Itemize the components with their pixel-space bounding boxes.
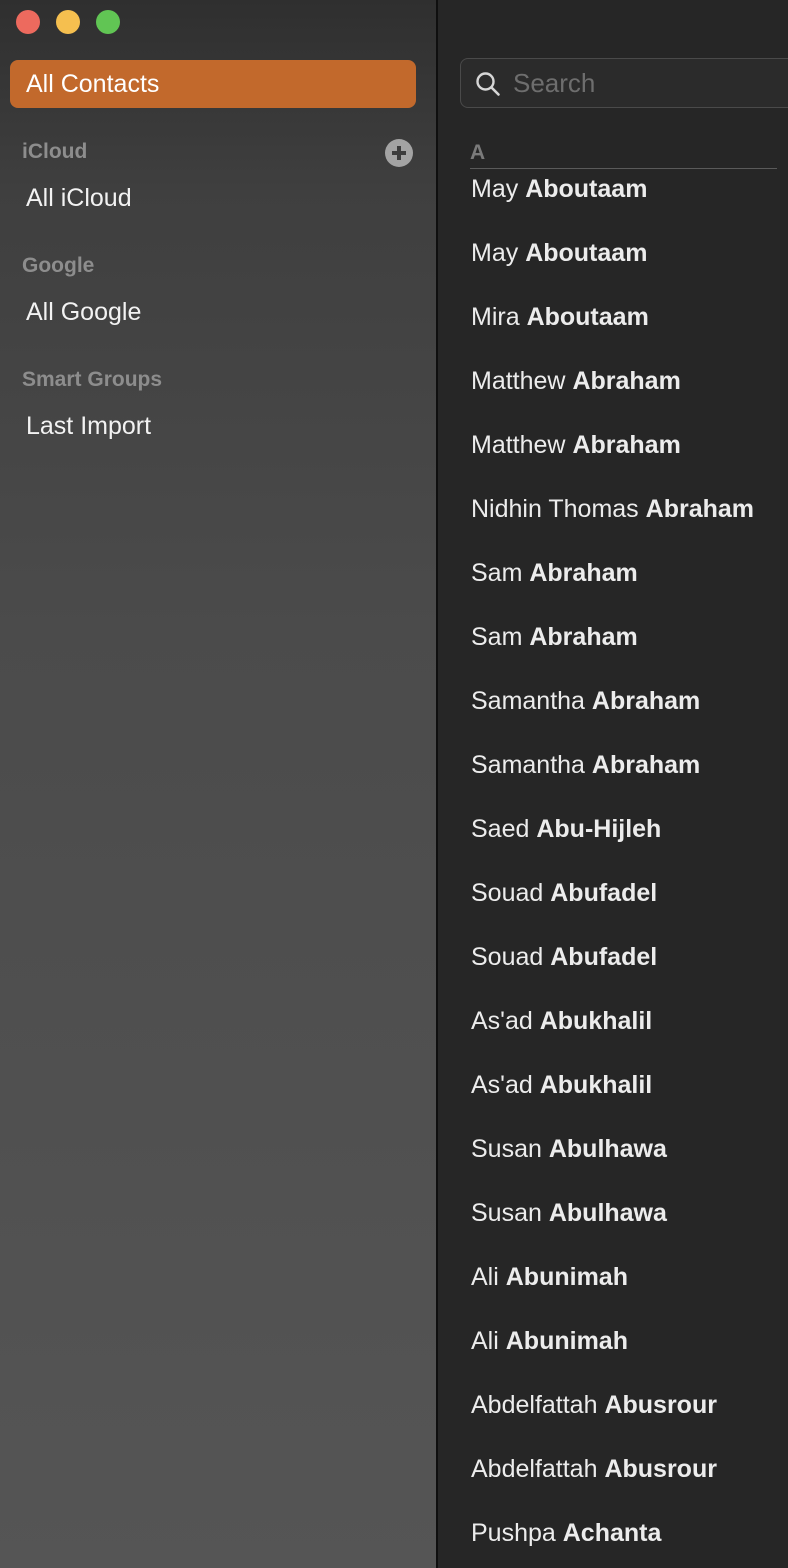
contact-row[interactable]: Matthew Abraham	[471, 430, 681, 460]
contact-first-name: Mira	[471, 303, 520, 331]
group-header-google: Google	[22, 254, 95, 277]
sidebar-item-last-import[interactable]: Last Import	[26, 412, 151, 441]
contact-row[interactable]: As'ad Abukhalil	[471, 1070, 652, 1100]
contact-last-name: Aboutaam	[525, 175, 648, 203]
contact-row[interactable]: As'ad Abukhalil	[471, 1006, 652, 1036]
contact-first-name: Matthew	[471, 367, 566, 395]
contact-first-name: May	[471, 175, 519, 203]
contact-last-name: Abusrour	[604, 1455, 717, 1483]
contact-last-name: Abraham	[572, 431, 681, 459]
sidebar-item-all-icloud[interactable]: All iCloud	[26, 184, 132, 213]
contact-first-name: Ali	[471, 1327, 499, 1355]
contact-row[interactable]: Nidhin Thomas Abraham	[471, 494, 754, 524]
contact-last-name: Abraham	[529, 559, 638, 587]
contact-last-name: Aboutaam	[525, 239, 648, 267]
sidebar-item-all-contacts[interactable]: All Contacts	[10, 60, 416, 108]
contact-first-name: Abdelfattah	[471, 1391, 598, 1419]
contact-first-name: Samantha	[471, 751, 585, 779]
add-group-plus-icon[interactable]	[385, 139, 413, 167]
close-window-button[interactable]	[16, 10, 40, 34]
search-input[interactable]	[513, 67, 788, 99]
contact-row[interactable]: May Aboutaam	[471, 174, 647, 204]
contact-first-name: Sam	[471, 623, 523, 651]
search-icon	[476, 72, 500, 96]
sidebar-item-all-google[interactable]: All Google	[26, 298, 141, 327]
contact-first-name: Sam	[471, 559, 523, 587]
search-field[interactable]	[460, 58, 788, 108]
contact-row[interactable]: Souad Abufadel	[471, 878, 657, 908]
contact-row[interactable]: Sam Abraham	[471, 558, 638, 588]
contact-row[interactable]: Pushpa Achanta	[471, 1518, 661, 1548]
contact-last-name: Abraham	[591, 751, 701, 779]
contact-first-name: Saed	[471, 815, 530, 843]
contact-list-pane: A May AboutaamMay AboutaamMira AboutaamM…	[438, 0, 788, 1568]
contact-first-name: May	[471, 239, 519, 267]
contact-last-name: Abulhawa	[548, 1199, 667, 1227]
contact-last-name: Abukhalil	[539, 1071, 653, 1099]
contact-first-name: As'ad	[471, 1071, 533, 1099]
contact-row[interactable]: Saed Abu-Hijleh	[471, 814, 661, 844]
contact-row[interactable]: Mira Aboutaam	[471, 302, 649, 332]
contact-row[interactable]: Samantha Abraham	[471, 686, 700, 716]
contact-first-name: Abdelfattah	[471, 1455, 598, 1483]
contact-last-name: Abusrour	[604, 1391, 717, 1419]
contact-row[interactable]: Susan Abulhawa	[471, 1134, 667, 1164]
zoom-window-button[interactable]	[96, 10, 120, 34]
contact-last-name: Abu-Hijleh	[536, 815, 662, 843]
contact-last-name: Abunimah	[505, 1263, 628, 1291]
contact-row[interactable]: Susan Abulhawa	[471, 1198, 667, 1228]
contact-first-name: Ali	[471, 1263, 499, 1291]
section-header-letter: A	[470, 141, 486, 164]
minimize-window-button[interactable]	[56, 10, 80, 34]
contact-first-name: As'ad	[471, 1007, 533, 1035]
contact-first-name: Susan	[471, 1199, 542, 1227]
contact-first-name: Pushpa	[471, 1519, 556, 1547]
contact-first-name: Souad	[471, 943, 544, 971]
contact-last-name: Abulhawa	[548, 1135, 667, 1163]
contact-row[interactable]: Ali Abunimah	[471, 1262, 628, 1292]
contact-last-name: Abraham	[645, 495, 755, 523]
contact-last-name: Abukhalil	[539, 1007, 653, 1035]
contact-row[interactable]: Samantha Abraham	[471, 750, 700, 780]
contact-last-name: Abraham	[529, 623, 638, 651]
contact-first-name: Samantha	[471, 687, 585, 715]
contact-last-name: Aboutaam	[526, 303, 649, 331]
contact-row[interactable]: Ali Abunimah	[471, 1326, 628, 1356]
contact-last-name: Abufadel	[550, 879, 658, 907]
contacts-window: All Contacts iCloud All iCloud Google Al…	[0, 0, 788, 1568]
contact-row[interactable]: Sam Abraham	[471, 622, 638, 652]
contact-last-name: Achanta	[562, 1519, 662, 1547]
contact-row[interactable]: Abdelfattah Abusrour	[471, 1454, 717, 1484]
contact-last-name: Abraham	[591, 687, 701, 715]
contact-first-name: Souad	[471, 879, 544, 907]
group-header-icloud: iCloud	[22, 140, 88, 163]
contact-row[interactable]: Abdelfattah Abusrour	[471, 1390, 717, 1420]
group-header-smart-groups: Smart Groups	[22, 368, 163, 391]
contact-first-name: Matthew	[471, 431, 566, 459]
contact-first-name: Nidhin Thomas	[471, 495, 639, 523]
contact-row[interactable]: Souad Abufadel	[471, 942, 657, 972]
sidebar-item-label: All Contacts	[26, 70, 160, 98]
section-divider	[470, 168, 777, 169]
sidebar: All Contacts iCloud All iCloud Google Al…	[0, 0, 436, 1568]
contact-last-name: Abraham	[572, 367, 681, 395]
contact-row[interactable]: May Aboutaam	[471, 238, 647, 268]
contact-row[interactable]: Matthew Abraham	[471, 366, 681, 396]
contact-last-name: Abufadel	[550, 943, 658, 971]
contact-first-name: Susan	[471, 1135, 542, 1163]
contact-last-name: Abunimah	[505, 1327, 628, 1355]
